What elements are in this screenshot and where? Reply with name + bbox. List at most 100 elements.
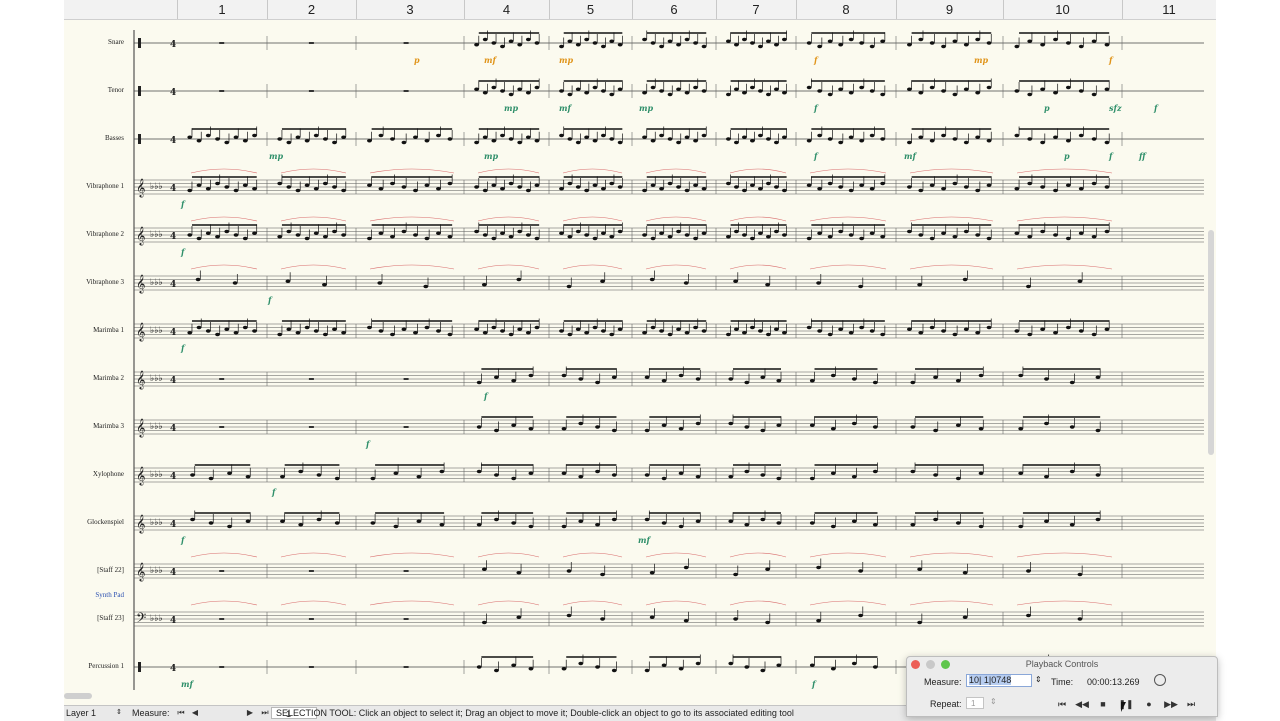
notehead	[1078, 133, 1084, 138]
rest	[403, 426, 409, 428]
notehead	[766, 332, 771, 337]
notehead	[378, 133, 384, 138]
notehead	[393, 471, 399, 475]
notehead	[528, 427, 534, 431]
repeat-field[interactable]: 1	[966, 697, 984, 709]
notehead	[242, 139, 248, 143]
staff-name[interactable]: Marimba 1	[64, 326, 124, 334]
notehead	[233, 233, 239, 237]
notehead	[1018, 427, 1024, 431]
staff-name[interactable]: Marimba 3	[64, 422, 124, 430]
notehead	[298, 523, 304, 527]
skip-end-icon[interactable]: ⏭	[1183, 697, 1199, 711]
notehead	[701, 231, 707, 235]
treble-clef: 𝄞	[136, 514, 145, 534]
staff-name[interactable]: Vibraphone 2	[64, 230, 124, 238]
next-measure-icon[interactable]: ▶	[244, 707, 256, 719]
measure-number-8[interactable]: 8	[842, 2, 849, 17]
score-notation[interactable]: 4 4 4 𝄞 ♭♭♭ 4 𝄞 ♭♭♭ 4 𝄞 ♭♭♭ 4 𝄞 ♭♭♭ 4 𝄞 ♭♭♭ 4 𝄞 ♭♭♭ 4 𝄞 ♭♭♭ 4 𝄞 ♭…	[64, 0, 1216, 705]
staff-name[interactable]: [Staff 22]	[64, 566, 124, 574]
first-measure-icon[interactable]: ⏮	[175, 707, 187, 719]
ruler-tick	[716, 0, 717, 19]
dynamic-marking: p	[1044, 103, 1050, 113]
measure-number-9[interactable]: 9	[946, 2, 953, 17]
measure-number-5[interactable]: 5	[587, 2, 594, 17]
notehead	[858, 569, 863, 573]
measure-number-4[interactable]: 4	[503, 2, 510, 17]
clock-icon[interactable]	[1154, 674, 1166, 686]
measure-number-10[interactable]: 10	[1055, 2, 1069, 17]
measure-number-7[interactable]: 7	[752, 2, 759, 17]
rewind-to-start-icon[interactable]: ⏮	[1054, 697, 1070, 711]
measure-number-6[interactable]: 6	[670, 2, 677, 17]
layer-select[interactable]: Layer 1 ⇕	[66, 707, 126, 719]
notehead	[500, 329, 505, 333]
repeat-stepper-icon[interactable]: ⇕	[990, 697, 997, 706]
key-signature: ♭♭♭	[150, 374, 163, 384]
rest	[308, 42, 314, 44]
last-measure-icon[interactable]: ⏭	[259, 707, 271, 719]
staff-name[interactable]: Glockenspiel	[64, 518, 124, 526]
staff-name[interactable]: Vibraphone 1	[64, 182, 124, 190]
notehead	[196, 236, 202, 241]
notehead	[500, 231, 505, 235]
measure-number-2[interactable]: 2	[308, 2, 315, 17]
notehead	[224, 185, 230, 189]
notehead	[370, 476, 376, 481]
notehead	[701, 187, 707, 191]
time-signature: 4	[170, 424, 176, 434]
staff-name[interactable]: Percussion 1	[64, 662, 124, 670]
notehead	[963, 185, 969, 189]
rest	[219, 42, 225, 44]
dynamic-marking: f	[813, 103, 819, 113]
horizontal-scrollbar[interactable]	[64, 693, 92, 699]
notehead	[728, 421, 734, 426]
notehead	[1027, 92, 1033, 97]
notehead	[941, 133, 946, 138]
notehead	[750, 41, 755, 45]
playback-controls-window[interactable]: Playback Controls Measure: 10| 1|0748 ⇕ …	[906, 656, 1218, 717]
notehead	[955, 379, 961, 383]
notehead	[595, 469, 600, 474]
measure-number-3[interactable]: 3	[406, 2, 413, 17]
score-page[interactable]: 4 4 4 𝄞 ♭♭♭ 4 𝄞 ♭♭♭ 4 𝄞 ♭♭♭ 4 𝄞 ♭♭♭ 4 𝄞 ♭♭♭ 4 𝄞 ♭♭♭ 4 𝄞 ♭♭♭ 4 𝄞 ♭…	[64, 0, 1216, 705]
notehead	[1065, 139, 1071, 143]
notehead	[286, 140, 292, 145]
notehead	[1026, 613, 1031, 618]
record-icon[interactable]: ●	[1141, 697, 1157, 711]
stop-icon[interactable]: ■	[1095, 697, 1111, 711]
staff-name[interactable]: Basses	[64, 134, 124, 142]
rewind-icon[interactable]: ◀◀	[1074, 697, 1090, 711]
group-label[interactable]: Synth Pad	[64, 591, 124, 599]
notehead	[1027, 39, 1033, 43]
staff-name[interactable]: Snare	[64, 38, 124, 46]
staff-name[interactable]: [Staff 23]	[64, 614, 124, 622]
notehead	[413, 188, 418, 193]
staff-name[interactable]: Xylophone	[64, 470, 124, 478]
playback-measure-field[interactable]: 10| 1|0748	[966, 674, 1032, 687]
notehead	[726, 332, 731, 337]
rest	[308, 426, 314, 428]
notehead	[733, 279, 738, 283]
measure-stepper-icon[interactable]: ⇕	[1035, 675, 1042, 684]
vertical-scrollbar[interactable]	[1208, 230, 1214, 455]
measure-number-11[interactable]: 11	[1162, 2, 1176, 17]
dynamic-marking: f	[811, 679, 817, 689]
slur	[280, 216, 347, 222]
staff-name[interactable]: Tenor	[64, 86, 124, 94]
playback-title: Playback Controls	[1025, 659, 1099, 669]
notehead	[809, 476, 815, 481]
slur	[729, 600, 787, 606]
staff-name[interactable]: Vibraphone 3	[64, 278, 124, 286]
notehead	[975, 188, 981, 193]
measure-number-1[interactable]: 1	[218, 2, 225, 17]
fast-forward-icon[interactable]: ▶▶	[1163, 697, 1179, 711]
prev-measure-icon[interactable]: ◀	[189, 707, 201, 719]
notehead	[782, 37, 787, 42]
slur	[562, 552, 623, 558]
ruler-tick	[267, 0, 268, 19]
notehead	[817, 133, 823, 138]
notehead	[196, 139, 202, 143]
staff-name[interactable]: Marimba 2	[64, 374, 124, 382]
notehead	[609, 137, 615, 141]
